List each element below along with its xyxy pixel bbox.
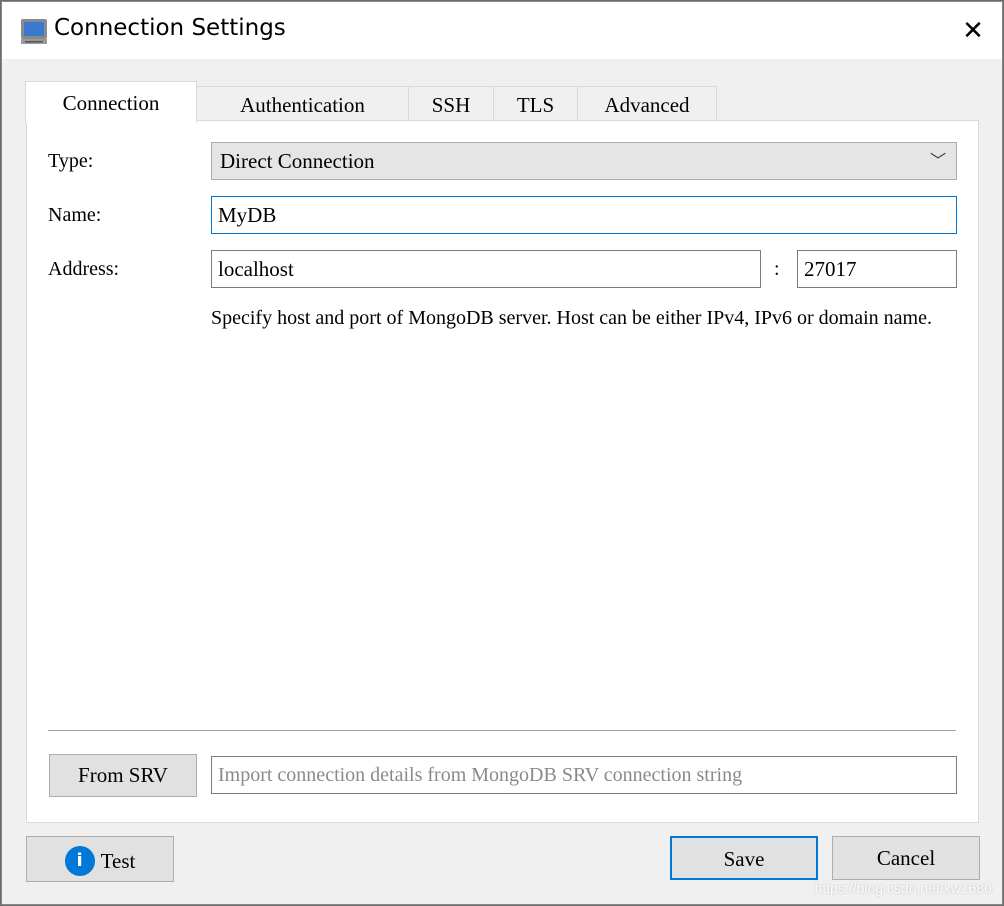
info-icon: i xyxy=(64,846,95,877)
colon-separator: : xyxy=(774,258,780,280)
tab-advanced[interactable]: Advanced xyxy=(577,86,717,122)
watermark: https://blog.csdn.net/xw1680 xyxy=(814,880,992,896)
name-input[interactable]: MyDB xyxy=(211,196,957,234)
tab-authentication[interactable]: Authentication xyxy=(196,86,409,122)
tab-ssh[interactable]: SSH xyxy=(408,86,494,122)
type-select[interactable]: Direct Connection ﹀ xyxy=(211,142,957,180)
address-hint: Specify host and port of MongoDB server.… xyxy=(211,307,932,329)
chevron-down-icon: ﹀ xyxy=(929,151,946,170)
address-label: Address: xyxy=(48,258,120,280)
from-srv-button[interactable]: From SRV xyxy=(49,754,197,797)
tab-connection[interactable]: Connection xyxy=(25,81,197,123)
connection-panel: Type: Direct Connection ﹀ Name: MyDB Addr… xyxy=(26,120,979,823)
test-label: Test xyxy=(100,849,136,874)
close-icon[interactable]: ✕ xyxy=(958,16,988,46)
connection-settings-dialog: Connection Settings ✕ Connection Authent… xyxy=(1,1,1003,905)
title-bar: Connection Settings ✕ xyxy=(2,2,1002,59)
type-label: Type: xyxy=(48,150,94,172)
type-value: Direct Connection xyxy=(220,149,375,173)
cancel-button[interactable]: Cancel xyxy=(832,836,980,880)
divider xyxy=(48,730,956,731)
tab-tls[interactable]: TLS xyxy=(493,86,578,122)
host-input[interactable]: localhost xyxy=(211,250,761,288)
srv-string-input[interactable]: Import connection details from MongoDB S… xyxy=(211,756,957,794)
window-title: Connection Settings xyxy=(54,15,286,41)
computer-icon xyxy=(21,19,47,44)
save-button[interactable]: Save xyxy=(670,836,818,880)
name-label: Name: xyxy=(48,204,102,226)
port-input[interactable]: 27017 xyxy=(797,250,957,288)
test-button[interactable]: i Test xyxy=(26,836,174,882)
